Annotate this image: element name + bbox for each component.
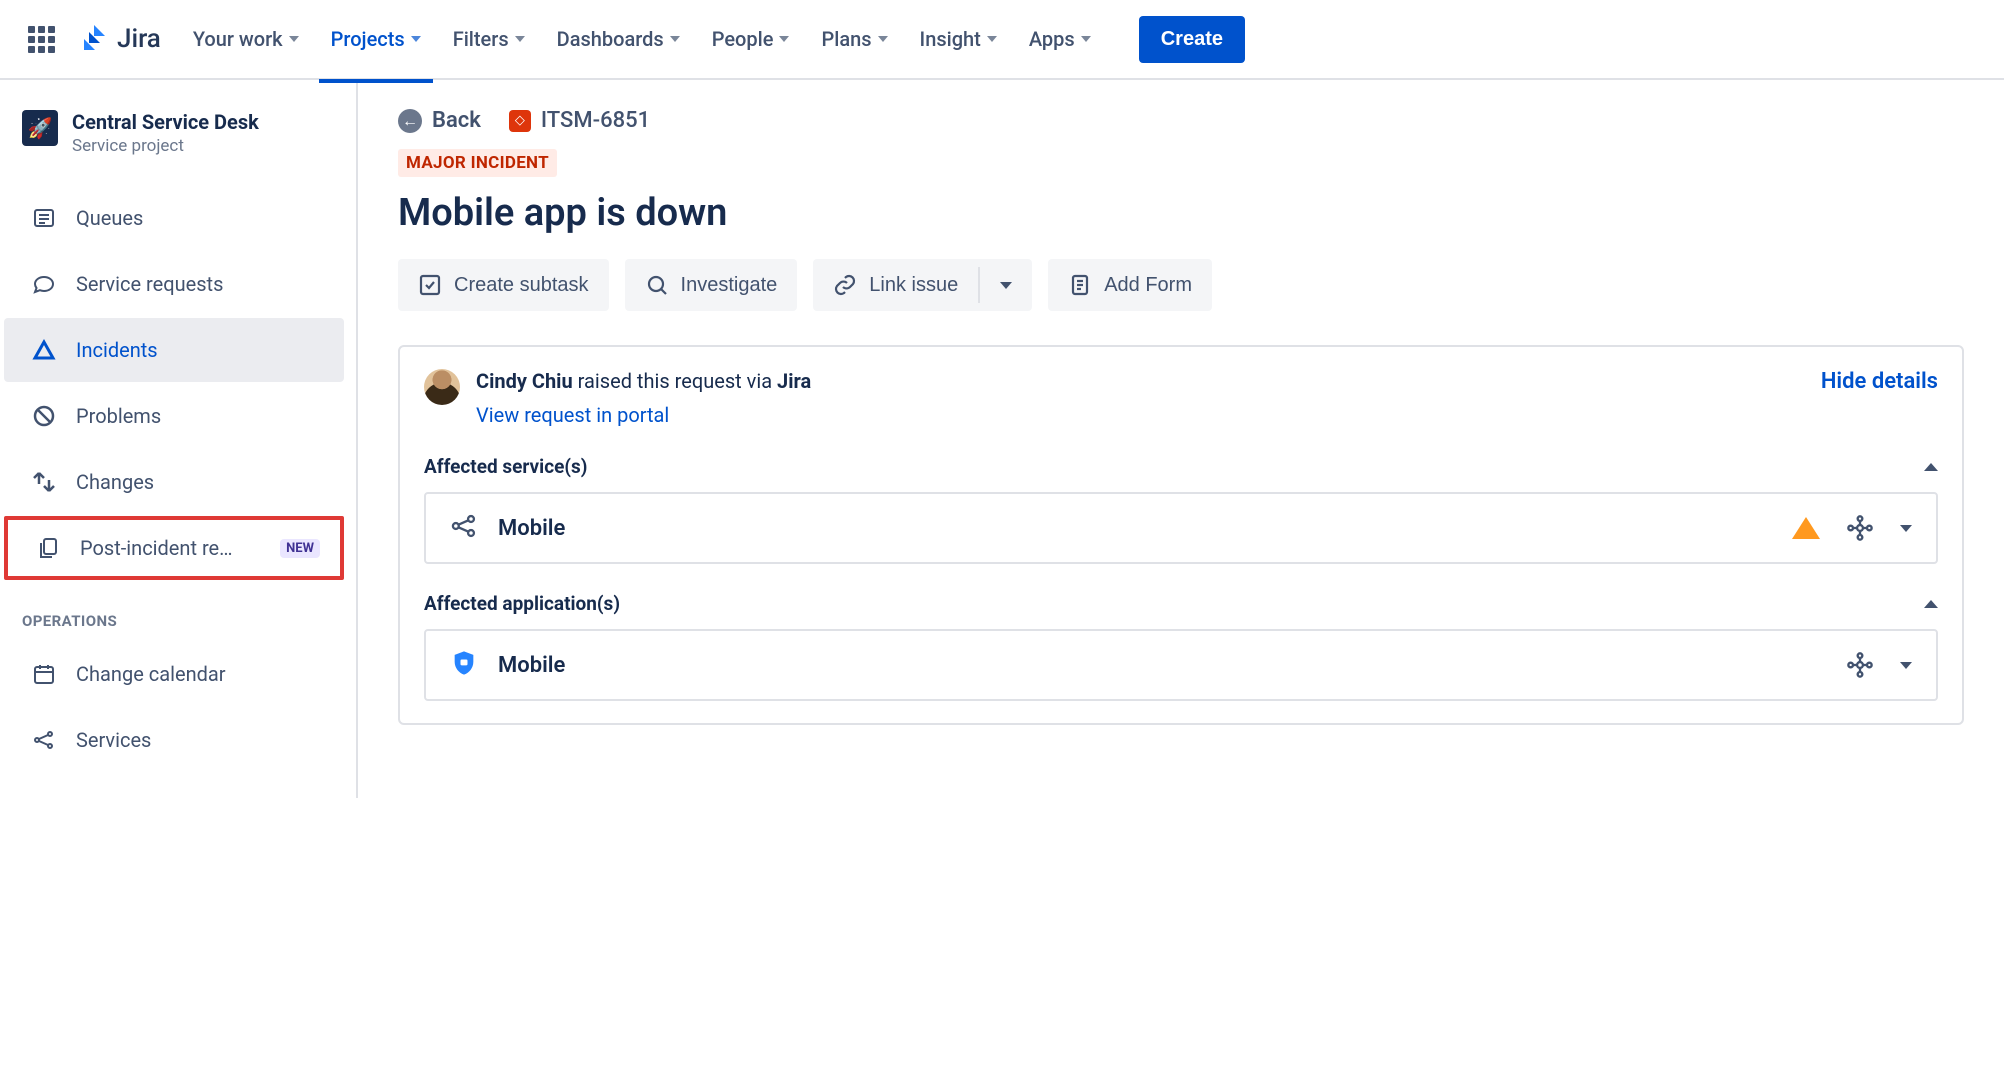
topology-icon[interactable] — [1846, 514, 1874, 542]
chevron-down-icon — [289, 36, 299, 42]
action-row: Create subtask Investigate Link issue Ad… — [398, 259, 1964, 311]
nav-apps[interactable]: Apps — [1017, 19, 1103, 59]
chat-icon — [30, 272, 58, 296]
sidebar-item-label: Services — [76, 728, 151, 752]
view-in-portal-link[interactable]: View request in portal — [476, 403, 811, 427]
jira-logo[interactable]: Jira — [79, 23, 161, 55]
nav-insight[interactable]: Insight — [908, 19, 1009, 59]
chevron-down-icon[interactable] — [1900, 662, 1912, 669]
affected-application-item[interactable]: Mobile — [424, 629, 1938, 701]
back-link[interactable]: ← Back — [398, 108, 481, 133]
sidebar-item-label: Queues — [76, 206, 143, 230]
sidebar-item-label: Incidents — [76, 338, 158, 362]
link-issue-group: Link issue — [813, 259, 1032, 311]
chevron-down-icon[interactable] — [1900, 525, 1912, 532]
sidebar-item-incidents[interactable]: Incidents — [4, 318, 344, 382]
chevron-down-icon — [411, 36, 421, 42]
affected-services-header[interactable]: Affected service(s) — [424, 455, 1938, 478]
chevron-down-icon — [1081, 36, 1091, 42]
sidebar-item-services[interactable]: Services — [4, 708, 344, 772]
sidebar-item-label: Post-incident re… — [80, 536, 233, 560]
link-issue-dropdown[interactable] — [980, 259, 1032, 311]
issue-title: Mobile app is down — [398, 191, 1964, 235]
queues-icon — [30, 206, 58, 230]
form-icon — [1068, 273, 1092, 297]
sidebar-item-change-calendar[interactable]: Change calendar — [4, 642, 344, 706]
sidebar-section-operations: OPERATIONS — [0, 582, 348, 640]
requester-row: Cindy Chiu raised this request via Jira … — [424, 369, 1938, 427]
top-nav: Jira Your work Projects Filters Dashboar… — [0, 0, 2004, 80]
requester-avatar[interactable] — [424, 369, 460, 405]
calendar-icon — [30, 662, 58, 686]
warning-icon — [1792, 517, 1820, 539]
chevron-down-icon — [515, 36, 525, 42]
app-switcher-icon[interactable] — [20, 18, 63, 61]
service-name: Mobile — [498, 516, 565, 541]
problems-icon — [30, 404, 58, 428]
sidebar-item-label: Service requests — [76, 272, 223, 296]
chevron-down-icon — [1000, 282, 1012, 289]
incidents-icon — [30, 338, 58, 362]
link-issue-button[interactable]: Link issue — [813, 259, 978, 311]
project-subtitle: Service project — [72, 136, 259, 156]
topology-icon[interactable] — [1846, 651, 1874, 679]
chevron-down-icon — [670, 36, 680, 42]
issue-key-link[interactable]: ◇ ITSM-6851 — [509, 108, 650, 133]
application-name: Mobile — [498, 653, 565, 678]
sidebar-item-queues[interactable]: Queues — [4, 186, 344, 250]
sidebar-item-post-incident-reviews[interactable]: Post-incident re… NEW — [4, 516, 344, 580]
project-header[interactable]: 🚀 Central Service Desk Service project — [0, 104, 348, 184]
raised-by-text: Cindy Chiu raised this request via Jira — [476, 369, 811, 393]
network-icon — [450, 512, 478, 544]
sidebar-item-label: Change calendar — [76, 662, 226, 686]
project-name: Central Service Desk — [72, 110, 259, 134]
link-icon — [833, 273, 857, 297]
chevron-down-icon — [987, 36, 997, 42]
chevron-up-icon — [1924, 600, 1938, 608]
create-button[interactable]: Create — [1139, 16, 1245, 63]
subtask-icon — [418, 273, 442, 297]
changes-icon — [30, 470, 58, 494]
chevron-down-icon — [779, 36, 789, 42]
brand-text: Jira — [117, 24, 161, 54]
affected-applications-header[interactable]: Affected application(s) — [424, 592, 1938, 615]
sidebar-item-changes[interactable]: Changes — [4, 450, 344, 514]
nav-people[interactable]: People — [700, 19, 802, 59]
project-icon: 🚀 — [22, 110, 58, 146]
document-copy-icon — [34, 536, 62, 560]
services-icon — [30, 728, 58, 752]
nav-plans[interactable]: Plans — [809, 19, 899, 59]
nav-projects[interactable]: Projects — [319, 19, 433, 59]
nav-filters[interactable]: Filters — [441, 19, 537, 59]
shield-icon — [450, 649, 478, 681]
chevron-down-icon — [878, 36, 888, 42]
affected-service-item[interactable]: Mobile — [424, 492, 1938, 564]
sidebar-item-problems[interactable]: Problems — [4, 384, 344, 448]
arrow-left-icon: ← — [398, 109, 422, 133]
details-panel: Cindy Chiu raised this request via Jira … — [398, 345, 1964, 725]
major-incident-lozenge: MAJOR INCIDENT — [398, 149, 557, 177]
breadcrumb-row: ← Back ◇ ITSM-6851 — [398, 108, 1964, 133]
nav-dashboards[interactable]: Dashboards — [545, 19, 692, 59]
sidebar-item-label: Problems — [76, 404, 161, 428]
main-content: ← Back ◇ ITSM-6851 MAJOR INCIDENT Mobile… — [358, 80, 2004, 798]
issue-type-icon: ◇ — [509, 110, 531, 132]
sidebar: 🚀 Central Service Desk Service project Q… — [0, 80, 358, 798]
new-badge: NEW — [280, 539, 320, 558]
nav-items-group: Your work Projects Filters Dashboards Pe… — [181, 19, 1103, 59]
chevron-up-icon — [1924, 463, 1938, 471]
create-subtask-button[interactable]: Create subtask — [398, 259, 609, 311]
sidebar-item-label: Changes — [76, 470, 154, 494]
investigate-button[interactable]: Investigate — [625, 259, 798, 311]
nav-your-work[interactable]: Your work — [181, 19, 311, 59]
sidebar-item-service-requests[interactable]: Service requests — [4, 252, 344, 316]
hide-details-link[interactable]: Hide details — [1821, 369, 1938, 394]
search-icon — [645, 273, 669, 297]
add-form-button[interactable]: Add Form — [1048, 259, 1212, 311]
